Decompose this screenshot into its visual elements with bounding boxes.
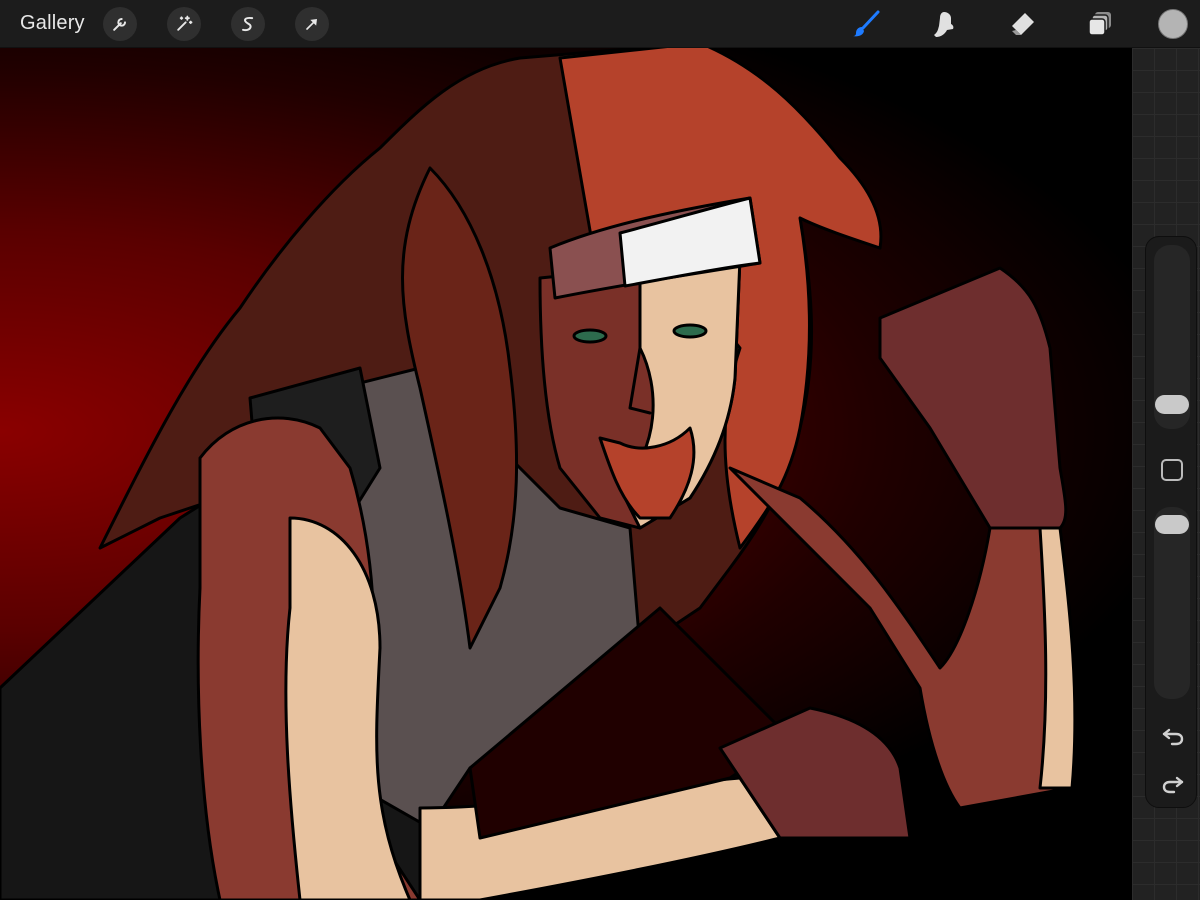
smudge-tool-button[interactable] <box>924 4 964 44</box>
right-glove <box>878 266 1068 530</box>
color-picker-swatch[interactable] <box>1158 9 1188 39</box>
selection-s-icon <box>241 16 253 31</box>
eraser-tool-button[interactable] <box>1002 4 1042 44</box>
wrench-icon <box>112 17 126 31</box>
undo-icon[interactable] <box>1160 723 1186 749</box>
magic-wand-icon <box>177 15 193 31</box>
drawing-canvas[interactable] <box>0 48 1132 900</box>
artwork-illustration <box>0 48 1077 900</box>
brush-icon <box>853 10 880 37</box>
right-eye <box>672 323 708 339</box>
opacity-slider[interactable] <box>1154 507 1190 699</box>
adjustments-button[interactable] <box>166 6 201 41</box>
top-toolbar: Gallery <box>0 0 1200 48</box>
brush-sidebar <box>1145 236 1197 808</box>
layers-button[interactable] <box>1080 4 1120 44</box>
layers-icon <box>1088 12 1111 36</box>
opacity-knob[interactable] <box>1155 515 1189 534</box>
brush-tool-button[interactable] <box>846 4 886 44</box>
transform-arrow-icon <box>305 18 317 30</box>
eraser-icon <box>1012 13 1034 35</box>
smudge-icon <box>934 12 954 37</box>
transform-button[interactable] <box>294 6 329 41</box>
gallery-button[interactable]: Gallery <box>20 12 85 35</box>
actions-button[interactable] <box>102 6 137 41</box>
selection-button[interactable] <box>230 6 265 41</box>
left-eye <box>572 328 608 344</box>
redo-icon[interactable] <box>1160 771 1186 797</box>
brush-size-knob[interactable] <box>1155 395 1189 414</box>
square-modify-icon[interactable] <box>1161 459 1183 481</box>
right-forearm-lit <box>1038 526 1077 790</box>
